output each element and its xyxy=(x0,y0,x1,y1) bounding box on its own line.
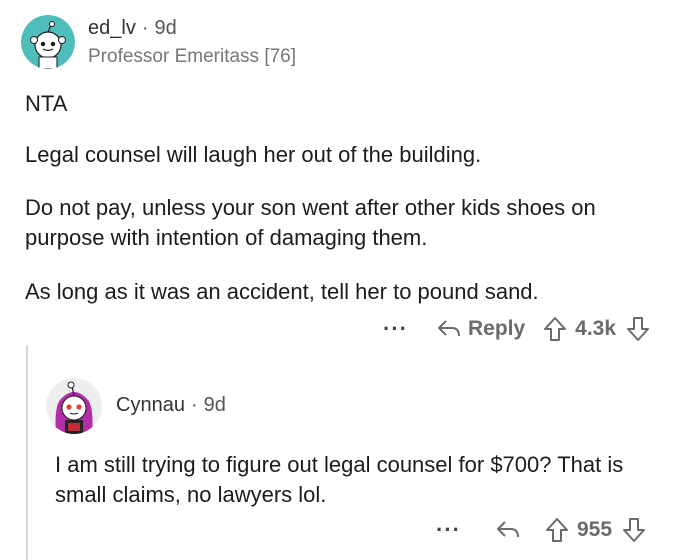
reply-label: Reply xyxy=(467,317,526,340)
comment-paragraph: NTA xyxy=(25,91,68,116)
vote-score: 955 xyxy=(576,518,613,541)
downvote-arrow-icon[interactable] xyxy=(626,316,650,342)
snoo-avatar-icon xyxy=(21,15,75,69)
meta-separator: · xyxy=(141,17,149,39)
meta-separator: · xyxy=(190,394,198,416)
comment-meta: Cynnau · 9d xyxy=(116,394,226,417)
comment-age: 9d xyxy=(154,17,177,39)
reply-button[interactable]: Reply xyxy=(436,317,525,341)
thread-line[interactable] xyxy=(26,345,28,560)
more-options-button[interactable]: ··· xyxy=(383,316,408,342)
downvote-arrow-icon[interactable] xyxy=(622,517,646,543)
username[interactable]: Cynnau xyxy=(116,394,185,416)
upvote-arrow-icon[interactable] xyxy=(543,316,567,342)
comment-paragraph: Do not pay, unless your son went after o… xyxy=(25,195,596,250)
upvote-arrow-icon[interactable] xyxy=(545,517,569,543)
comment-paragraph: Legal counsel will laugh her out of the … xyxy=(25,142,482,167)
user-avatar[interactable] xyxy=(46,378,102,434)
snoo-avatar-icon xyxy=(46,378,102,434)
comment-paragraph: I am still trying to figure out legal co… xyxy=(55,452,624,507)
user-avatar[interactable] xyxy=(21,15,75,69)
user-flair: Professor Emeritass [76] xyxy=(88,46,297,67)
username[interactable]: ed_lv xyxy=(88,17,136,39)
more-options-button[interactable]: ··· xyxy=(436,517,461,543)
reply-arrow-icon[interactable] xyxy=(495,519,521,541)
comment-age: 9d xyxy=(203,394,226,416)
vote-score: 4.3k xyxy=(575,317,617,340)
comment-paragraph: As long as it was an accident, tell her … xyxy=(25,279,539,304)
comment-actions: ··· Reply 4.3k xyxy=(383,313,650,345)
comment-actions: ··· 955 xyxy=(436,514,646,546)
comment-meta: ed_lv · 9d Professor Emeritass [76] xyxy=(88,17,296,68)
reply-arrow-icon xyxy=(437,320,460,337)
